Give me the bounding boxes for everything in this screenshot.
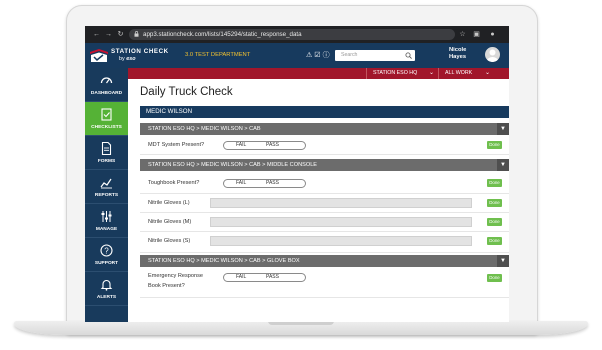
- search-placeholder: Search: [341, 52, 358, 58]
- search-icon[interactable]: [405, 52, 412, 59]
- checkbox-icon[interactable]: ☑: [314, 52, 322, 59]
- fail-option[interactable]: FAIL: [236, 180, 246, 187]
- fail-option[interactable]: FAIL: [236, 274, 246, 281]
- forward-icon[interactable]: →: [103, 29, 114, 40]
- sidebar-item-support[interactable]: ? SUPPORT: [85, 238, 128, 272]
- station-check-logo-icon: [90, 49, 108, 62]
- sidebar-item-forms[interactable]: FORMS: [85, 136, 128, 170]
- list-item: Toughbook Present? FAIL PASS Done: [140, 172, 509, 194]
- work-dropdown-label: ALL WORK: [445, 70, 473, 76]
- collapse-toggle-icon[interactable]: ▼: [497, 255, 509, 267]
- pass-option[interactable]: PASS: [266, 142, 279, 149]
- group-header: STATION ESO HQ > MEDIC WILSON > CAB ▼: [140, 123, 509, 135]
- filter-bar: STATION ESO HQ ⌄ ALL WORK ⌄: [128, 68, 509, 79]
- fail-option[interactable]: FAIL: [236, 142, 246, 149]
- pass-fail-toggle[interactable]: FAIL PASS: [223, 179, 306, 188]
- quantity-input[interactable]: [210, 217, 472, 227]
- profile-icon[interactable]: ●: [487, 29, 498, 40]
- quantity-input[interactable]: [210, 236, 472, 246]
- sidebar-item-label: SUPPORT: [94, 261, 119, 266]
- item-label: MDT System Present?: [148, 142, 205, 148]
- sidebar-item-label: DASHBOARD: [90, 91, 123, 96]
- sliders-icon: [101, 211, 112, 222]
- list-item: Nitrile Gloves (S) Done: [140, 232, 509, 253]
- svg-text:?: ?: [104, 246, 109, 255]
- chevron-down-icon: ⌄: [428, 70, 434, 76]
- pass-fail-toggle[interactable]: FAIL PASS: [223, 141, 306, 150]
- done-button[interactable]: Done: [487, 218, 502, 226]
- avatar[interactable]: [485, 47, 500, 62]
- item-label: Emergency Response Book Present?: [148, 273, 204, 289]
- back-icon[interactable]: ←: [91, 29, 102, 40]
- pass-fail-toggle[interactable]: FAIL PASS: [223, 273, 306, 282]
- list-item: Nitrile Gloves (L) Done: [140, 194, 509, 213]
- chevron-down-icon: ⌄: [484, 70, 490, 76]
- done-button[interactable]: Done: [487, 199, 502, 207]
- bookmark-star-icon[interactable]: ☆: [457, 29, 468, 40]
- document-icon: [101, 142, 112, 155]
- item-label: Toughbook Present?: [148, 180, 200, 186]
- group-breadcrumb: STATION ESO HQ > MEDIC WILSON > CAB > MI…: [148, 162, 318, 168]
- header-icons: ⚠☑ⓘ: [306, 50, 332, 60]
- sidebar-item-label: REPORTS: [94, 193, 119, 198]
- sidebar-item-dashboard[interactable]: DASHBOARD: [85, 68, 128, 102]
- gauge-icon: [100, 77, 113, 84]
- collapse-toggle-icon[interactable]: ▼: [497, 123, 509, 135]
- group-breadcrumb: STATION ESO HQ > MEDIC WILSON > CAB > GL…: [148, 258, 300, 264]
- user-name[interactable]: Nicole Hayes: [449, 47, 466, 61]
- address-bar[interactable]: app3.stationcheck.com/lists/145294/stati…: [129, 29, 455, 40]
- extension-icon[interactable]: ▣: [471, 29, 482, 40]
- sidebar-item-alerts[interactable]: ALERTS: [85, 272, 128, 306]
- lock-icon: [134, 31, 139, 37]
- sidebar-item-reports[interactable]: REPORTS: [85, 170, 128, 204]
- reload-icon[interactable]: ↻: [115, 29, 126, 40]
- group-header: STATION ESO HQ > MEDIC WILSON > CAB > MI…: [140, 159, 509, 171]
- list-item: MDT System Present? FAIL PASS Done: [140, 136, 509, 155]
- department-name[interactable]: 3.0 TEST DEPARTMENT: [185, 52, 250, 58]
- done-button[interactable]: Done: [487, 274, 502, 282]
- logo-subtitle: by eso: [119, 56, 136, 62]
- pass-option[interactable]: PASS: [266, 274, 279, 281]
- work-dropdown[interactable]: ALL WORK ⌄: [438, 68, 494, 79]
- app-screen: ← → ↻ app3.stationcheck.com/lists/145294…: [85, 26, 509, 322]
- item-label: Nitrile Gloves (L): [148, 200, 190, 206]
- user-avatar-icon: [486, 49, 499, 62]
- quantity-input[interactable]: [210, 198, 472, 208]
- app-header: STATION CHECK by eso 3.0 TEST DEPARTMENT…: [85, 43, 509, 68]
- sidebar-item-checklists[interactable]: CHECKLISTS: [85, 102, 128, 136]
- done-button[interactable]: Done: [487, 179, 502, 187]
- item-label: Nitrile Gloves (S): [148, 238, 191, 244]
- bell-icon: [100, 279, 113, 291]
- sidebar-item-label: CHECKLISTS: [91, 125, 122, 130]
- station-dropdown-label: STATION ESO HQ: [373, 70, 418, 76]
- done-button[interactable]: Done: [487, 237, 502, 245]
- browser-toolbar: ← → ↻ app3.stationcheck.com/lists/145294…: [85, 26, 509, 43]
- logo-title: STATION CHECK: [111, 48, 169, 55]
- sidebar: DASHBOARD CHECKLISTS FORMS REPORTS MANAG…: [85, 68, 128, 322]
- group-breadcrumb: STATION ESO HQ > MEDIC WILSON > CAB: [148, 126, 261, 132]
- checklist-icon: [101, 108, 112, 121]
- chart-icon: [100, 178, 112, 189]
- item-label: Nitrile Gloves (M): [148, 219, 192, 225]
- pass-option[interactable]: PASS: [266, 180, 279, 187]
- sidebar-item-label: FORMS: [97, 159, 116, 164]
- info-icon[interactable]: ⓘ: [323, 52, 332, 59]
- station-dropdown[interactable]: STATION ESO HQ ⌄: [366, 68, 438, 79]
- page-title: Daily Truck Check: [140, 86, 233, 98]
- list-item: Emergency Response Book Present? FAIL PA…: [140, 268, 509, 298]
- group-header: STATION ESO HQ > MEDIC WILSON > CAB > GL…: [140, 255, 509, 267]
- done-button[interactable]: Done: [487, 141, 502, 149]
- sidebar-item-manage[interactable]: MANAGE: [85, 204, 128, 238]
- sidebar-item-label: ALERTS: [96, 295, 117, 300]
- sidebar-item-label: MANAGE: [95, 227, 118, 232]
- collapse-toggle-icon[interactable]: ▼: [497, 159, 509, 171]
- list-item: Nitrile Gloves (M) Done: [140, 213, 509, 232]
- help-icon: ?: [100, 244, 113, 257]
- search-input[interactable]: Search: [335, 50, 415, 61]
- section-header: MEDIC WILSON: [140, 106, 509, 118]
- url-text: app3.stationcheck.com/lists/145294/stati…: [143, 31, 302, 38]
